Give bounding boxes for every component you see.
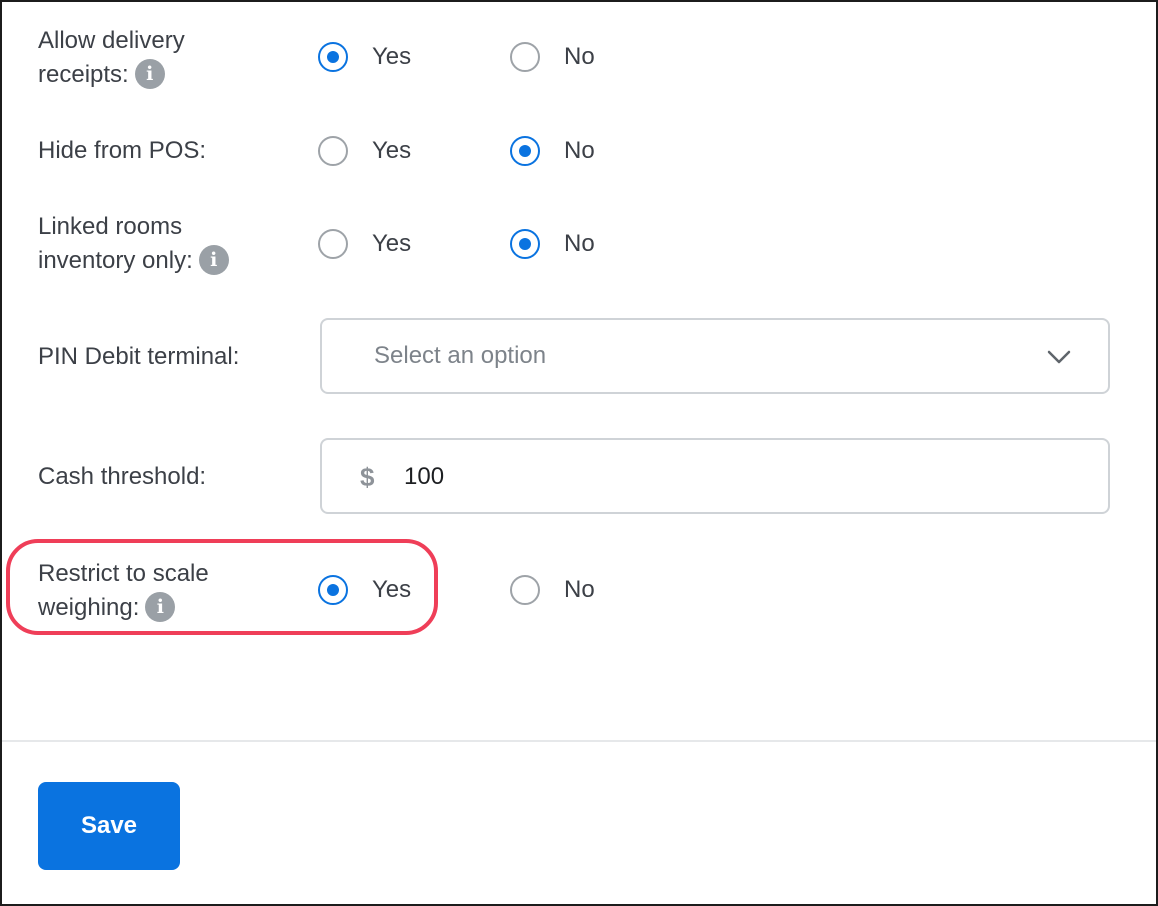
pin-debit-placeholder: Select an option <box>374 342 547 369</box>
save-button[interactable]: Save <box>38 782 180 870</box>
cash-threshold-field[interactable]: $ 100 <box>320 438 1110 514</box>
linked-rooms-yes-label: Yes <box>372 230 412 257</box>
scale-weighing-yes-radio[interactable]: Yes <box>318 575 411 605</box>
linked-rooms-label-line1: Linked rooms <box>38 213 183 240</box>
settings-panel: Allow delivery receipts: i Yes No Hide fr… <box>0 0 1158 906</box>
radio-selected-icon[interactable] <box>318 575 348 605</box>
pin-debit-select[interactable]: Select an option <box>320 318 1110 394</box>
radio-unselected-icon[interactable] <box>510 42 540 72</box>
info-icon[interactable]: i <box>198 244 229 275</box>
dollar-icon: $ <box>360 462 375 492</box>
linked-rooms-no-label: No <box>564 230 595 257</box>
hide-from-pos-no-radio[interactable]: No <box>510 136 595 166</box>
delivery-receipts-label-line1: Allow delivery <box>38 27 185 54</box>
cash-threshold-label: Cash threshold: <box>38 463 207 490</box>
delivery-receipts-no-label: No <box>564 43 595 70</box>
scale-weighing-label: Restrict to scale weighing: i <box>38 557 209 625</box>
radio-unselected-icon[interactable] <box>510 575 540 605</box>
pin-debit-label: PIN Debit terminal: <box>38 343 240 370</box>
scale-weighing-no-label: No <box>564 576 595 603</box>
radio-selected-icon[interactable] <box>510 229 540 259</box>
linked-rooms-yes-radio[interactable]: Yes <box>318 229 411 259</box>
radio-unselected-icon[interactable] <box>318 136 348 166</box>
footer-divider <box>2 740 1156 742</box>
scale-weighing-no-radio[interactable]: No <box>510 575 595 605</box>
info-icon[interactable]: i <box>145 591 176 622</box>
scale-weighing-label-line1: Restrict to scale <box>38 560 209 587</box>
linked-rooms-label-line2: inventory only: <box>38 247 193 274</box>
linked-rooms-no-radio[interactable]: No <box>510 229 595 259</box>
radio-selected-icon[interactable] <box>510 136 540 166</box>
hide-from-pos-yes-radio[interactable]: Yes <box>318 136 411 166</box>
scale-weighing-label-line2: weighing: <box>38 594 140 621</box>
delivery-receipts-yes-radio[interactable]: Yes <box>318 42 411 72</box>
cash-threshold-input[interactable]: 100 <box>404 463 444 491</box>
linked-rooms-label: Linked rooms inventory only: i <box>38 210 229 278</box>
delivery-receipts-label-line2: receipts: <box>38 61 129 88</box>
hide-from-pos-no-label: No <box>564 137 595 164</box>
delivery-receipts-no-radio[interactable]: No <box>510 42 595 72</box>
scale-weighing-yes-label: Yes <box>372 576 412 603</box>
delivery-receipts-yes-label: Yes <box>372 43 412 70</box>
info-icon[interactable]: i <box>134 58 165 89</box>
chevron-down-icon[interactable] <box>1046 344 1072 370</box>
delivery-receipts-label: Allow delivery receipts: i <box>38 24 185 92</box>
hide-from-pos-label: Hide from POS: <box>38 137 207 164</box>
radio-selected-icon[interactable] <box>318 42 348 72</box>
hide-from-pos-yes-label: Yes <box>372 137 412 164</box>
radio-unselected-icon[interactable] <box>318 229 348 259</box>
